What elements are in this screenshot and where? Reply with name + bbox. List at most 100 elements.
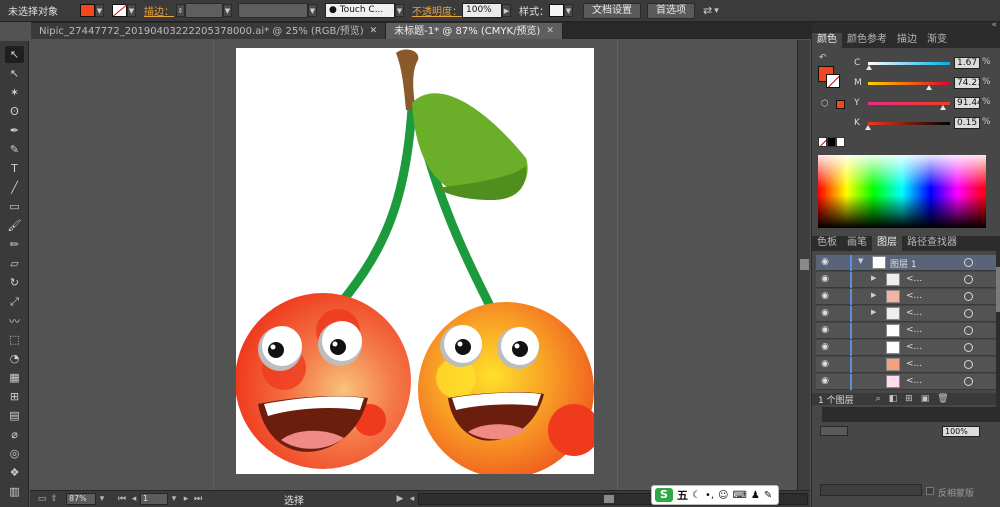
- gradient-tool-icon[interactable]: ▤: [5, 407, 24, 424]
- type-tool-icon[interactable]: T: [5, 160, 24, 177]
- tab-stroke[interactable]: 描边: [892, 33, 922, 48]
- channel-slider-knob[interactable]: [939, 105, 946, 110]
- sublayer-name[interactable]: <...: [906, 376, 922, 386]
- horizontal-scroll-thumb[interactable]: [604, 495, 614, 503]
- canvas-area[interactable]: [30, 40, 796, 490]
- first-artboard-icon[interactable]: ⏮: [116, 494, 128, 504]
- next-artboard-icon[interactable]: ▸: [180, 494, 192, 504]
- visibility-eye-icon[interactable]: ◉: [818, 308, 832, 319]
- rotate-tool-icon[interactable]: ↻: [5, 274, 24, 291]
- emoji-icon[interactable]: ☺: [718, 490, 728, 501]
- artboard-dropdown[interactable]: ▾: [168, 494, 180, 504]
- magic-wand-tool-icon[interactable]: ✶: [5, 84, 24, 101]
- skin-icon[interactable]: ♟: [751, 490, 760, 501]
- panel-dock-header[interactable]: «: [812, 20, 1000, 33]
- sublayer-name[interactable]: <...: [906, 308, 922, 318]
- last-artboard-icon[interactable]: ⏭: [192, 494, 204, 504]
- visibility-eye-icon[interactable]: ◉: [818, 342, 832, 353]
- zoom-dropdown[interactable]: ▾: [96, 494, 108, 504]
- close-icon[interactable]: ✕: [370, 24, 378, 39]
- shape-builder-tool-icon[interactable]: ◔: [5, 350, 24, 367]
- ime-toolbar[interactable]: S 五 ☾ •, ☺ ⌨ ♟ ✎: [651, 485, 779, 505]
- channel-slider-knob[interactable]: [866, 65, 873, 70]
- sublayer-target-icon[interactable]: [964, 326, 973, 335]
- ime-mode[interactable]: 五: [677, 487, 688, 503]
- sublayer-row[interactable]: ◉ <...: [816, 323, 996, 339]
- color-spectrum[interactable]: [818, 155, 986, 228]
- fill-dropdown[interactable]: ▼: [95, 4, 104, 17]
- expand-triangle-icon[interactable]: ▼: [858, 257, 863, 265]
- punctuation-icon[interactable]: •,: [705, 490, 714, 501]
- tools-icon[interactable]: ✎: [764, 490, 772, 501]
- collapse-panels-icon[interactable]: «: [991, 20, 997, 30]
- layers-scroll-thumb[interactable]: [996, 267, 1000, 312]
- opacity-dropdown[interactable]: ▶: [502, 4, 511, 17]
- rectangle-tool-icon[interactable]: ▭: [5, 198, 24, 215]
- scale-tool-icon[interactable]: ⤢: [5, 293, 24, 310]
- channel-slider-track[interactable]: [868, 102, 950, 105]
- gpu-preview-icon[interactable]: ▭: [36, 494, 48, 504]
- mesh-tool-icon[interactable]: ⊞: [5, 388, 24, 405]
- scroll-left-arrow[interactable]: ◂: [406, 494, 418, 504]
- document-setup-button[interactable]: 文档设置: [583, 2, 641, 19]
- control-menu-icon[interactable]: ▾: [714, 6, 719, 16]
- sublayer-name[interactable]: <...: [906, 274, 922, 284]
- line-tool-icon[interactable]: ╱: [5, 179, 24, 196]
- expand-triangle-icon[interactable]: ▶: [871, 291, 876, 299]
- sublayer-target-icon[interactable]: [964, 292, 973, 301]
- new-sublayer-icon[interactable]: ⊞: [905, 394, 913, 404]
- status-menu-arrow[interactable]: ▶: [394, 494, 406, 504]
- stroke-dropdown[interactable]: ▼: [127, 4, 136, 17]
- new-layer-icon[interactable]: ▣: [921, 394, 930, 404]
- sublayer-target-icon[interactable]: [964, 360, 973, 369]
- stroke-weight-field[interactable]: [185, 3, 223, 18]
- visibility-eye-icon[interactable]: ◉: [818, 257, 832, 268]
- sublayer-target-icon[interactable]: [964, 377, 973, 386]
- none-swatch[interactable]: [818, 137, 827, 147]
- blend-mode-select[interactable]: [820, 426, 848, 436]
- paintbrush-tool-icon[interactable]: 🖌: [5, 217, 24, 234]
- channel-slider-track[interactable]: [868, 82, 950, 85]
- channel-slider-track[interactable]: [868, 62, 950, 65]
- graphic-style-dropdown[interactable]: ▼: [564, 4, 573, 17]
- visibility-eye-icon[interactable]: ◉: [818, 359, 832, 370]
- eyedropper-tool-icon[interactable]: ⌀: [5, 426, 24, 443]
- tab-nipic-document[interactable]: Nipic_27447772_20190403222205378000.ai* …: [31, 23, 387, 39]
- previous-artboard-icon[interactable]: ◂: [128, 494, 140, 504]
- sublayer-target-icon[interactable]: [964, 275, 973, 284]
- moon-icon[interactable]: ☾: [692, 490, 701, 501]
- arrange-documents-icon[interactable]: ⇄: [703, 4, 712, 17]
- direct-selection-tool-icon[interactable]: ↖: [5, 65, 24, 82]
- sublayer-name[interactable]: <...: [906, 342, 922, 352]
- tab-swatches[interactable]: 色板: [812, 236, 842, 251]
- tab-gradient[interactable]: 渐变: [922, 33, 952, 48]
- channel-slider-knob[interactable]: [865, 125, 872, 130]
- sublayer-name[interactable]: <...: [906, 359, 922, 369]
- sublayer-target-icon[interactable]: [964, 343, 973, 352]
- symbol-sprayer-tool-icon[interactable]: ❖: [5, 464, 24, 481]
- eraser-tool-icon[interactable]: ▱: [5, 255, 24, 272]
- visibility-eye-icon[interactable]: ◉: [818, 376, 832, 387]
- close-icon[interactable]: ✕: [546, 24, 554, 39]
- curvature-tool-icon[interactable]: ✎: [5, 141, 24, 158]
- stroke-weight-dropdown[interactable]: ▼: [223, 4, 232, 17]
- channel-value-field[interactable]: 74.21: [954, 77, 980, 89]
- variable-width-dropdown[interactable]: ▼: [308, 4, 317, 17]
- perspective-grid-tool-icon[interactable]: ▦: [5, 369, 24, 386]
- white-swatch[interactable]: [836, 137, 845, 147]
- cherry-artwork[interactable]: [236, 48, 594, 474]
- tab-untitled-document[interactable]: 未标题-1* @ 87% (CMYK/预览) ✕: [386, 23, 563, 39]
- tab-brushes[interactable]: 画笔: [842, 236, 872, 251]
- warp-tool-icon[interactable]: 〰: [5, 312, 24, 329]
- vertical-scroll-thumb[interactable]: [800, 259, 809, 270]
- share-icon[interactable]: ⇪: [48, 494, 60, 504]
- visibility-eye-icon[interactable]: ◉: [818, 274, 832, 285]
- sublayer-target-icon[interactable]: [964, 309, 973, 318]
- expand-triangle-icon[interactable]: ▶: [871, 308, 876, 316]
- brush-dropdown[interactable]: ▼: [395, 4, 404, 17]
- invert-mask-checkbox[interactable]: [926, 487, 934, 495]
- stroke-swatch[interactable]: [112, 4, 128, 17]
- tab-color[interactable]: 颜色: [812, 33, 842, 48]
- tab-layers[interactable]: 图层: [872, 236, 902, 251]
- layers-scrollbar[interactable]: [996, 247, 1000, 407]
